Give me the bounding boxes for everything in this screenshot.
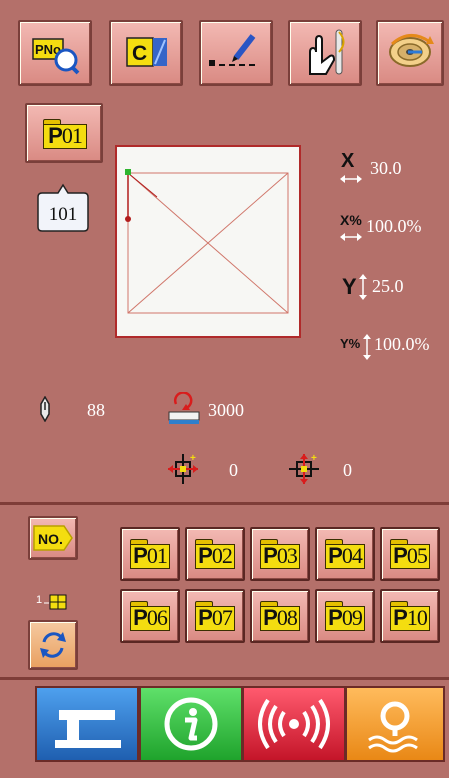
sewing-speed-value: 3000 bbox=[208, 400, 244, 420]
manual-needle-button[interactable] bbox=[288, 20, 362, 86]
y-percent-row[interactable]: Y% 100.0% bbox=[340, 330, 449, 370]
pattern-no-icon: NO. bbox=[33, 525, 73, 551]
pattern-preview bbox=[115, 145, 301, 338]
pattern-slot-label: 08 bbox=[276, 605, 298, 630]
needle-count-value: 88 bbox=[87, 400, 105, 420]
origin-y-icon: + bbox=[289, 453, 319, 484]
pattern-folder-icon: P07 bbox=[195, 601, 235, 631]
y-percent-label: Y% bbox=[340, 336, 361, 351]
pattern-no-button[interactable]: NO. bbox=[28, 516, 78, 560]
pattern-folder-icon: P10 bbox=[390, 601, 430, 631]
info-icon bbox=[164, 697, 218, 751]
origin-x-icon: + bbox=[168, 453, 198, 484]
y-scale-value: 25.0 bbox=[372, 276, 404, 296]
needle-icon bbox=[40, 396, 50, 422]
section-divider bbox=[0, 677, 449, 680]
pattern-slot-p03[interactable]: P03 bbox=[250, 527, 310, 581]
pattern-slot-label: 09 bbox=[341, 605, 363, 630]
pattern-search-button[interactable]: PNo bbox=[18, 20, 92, 86]
x-percent-row[interactable]: X% 100.0% bbox=[340, 210, 449, 250]
x-scale-value: 30.0 bbox=[370, 158, 402, 178]
pattern-slot-label: 01 bbox=[146, 543, 168, 568]
y-scale-label: Y bbox=[342, 274, 357, 299]
pattern-no-text: NO. bbox=[38, 531, 63, 547]
refresh-button[interactable] bbox=[28, 620, 78, 670]
pattern-number-text: 101 bbox=[48, 204, 78, 225]
x-percent-value: 100.0% bbox=[366, 216, 422, 236]
pattern-slot-label: 10 bbox=[406, 605, 428, 630]
pattern-folder-icon: P02 bbox=[195, 539, 235, 569]
sewing-machine-icon bbox=[55, 710, 121, 748]
pattern-folder-icon: P01 bbox=[130, 539, 170, 569]
pattern-folder-icon: P05 bbox=[390, 539, 430, 569]
signal-waves-icon bbox=[258, 698, 330, 750]
clear-c-text: C bbox=[132, 42, 147, 65]
hand-needle-icon bbox=[309, 29, 345, 75]
vertical-arrow-icon bbox=[363, 334, 371, 360]
x-percent-label: X% bbox=[340, 212, 362, 228]
pattern-slot-p10[interactable]: P10 bbox=[380, 589, 440, 643]
pattern-folder-icon: P04 bbox=[325, 539, 365, 569]
vertical-arrow-icon bbox=[359, 274, 367, 300]
pattern-slot-p01[interactable]: P01 bbox=[120, 527, 180, 581]
pattern-slot-label: 07 bbox=[211, 605, 233, 630]
grid-count-label: 1 bbox=[36, 594, 43, 606]
horizontal-arrow-icon bbox=[340, 175, 362, 183]
pattern-search-icon: PNo bbox=[32, 38, 80, 75]
x-scale-label: X bbox=[341, 150, 355, 172]
pattern-slot-p05[interactable]: P05 bbox=[380, 527, 440, 581]
pattern-folder-icon: P08 bbox=[260, 601, 300, 631]
pattern-slot-label: 02 bbox=[211, 543, 233, 568]
grid-view-indicator: 1 bbox=[36, 594, 76, 612]
grid-icon bbox=[44, 594, 67, 610]
origin-y-value: 0 bbox=[343, 460, 352, 480]
y-percent-value: 100.0% bbox=[374, 334, 430, 354]
pattern-slot-p09[interactable]: P09 bbox=[315, 589, 375, 643]
pattern-slot-p07[interactable]: P07 bbox=[185, 589, 245, 643]
horizontal-arrow-icon bbox=[340, 233, 362, 241]
origin-x-value: 0 bbox=[229, 460, 238, 480]
pattern-slot-p06[interactable]: P06 bbox=[120, 589, 180, 643]
pattern-folder-icon: P01 bbox=[43, 119, 87, 149]
dotted-line-pen-icon bbox=[209, 34, 257, 66]
current-pattern-label: 01 bbox=[61, 123, 83, 148]
pattern-folder-icon: P06 bbox=[130, 601, 170, 631]
sewing-speed-icon bbox=[168, 392, 200, 424]
pattern-stitch-drawing bbox=[125, 169, 289, 314]
pattern-folder-icon: P03 bbox=[260, 539, 300, 569]
svg-text:+: + bbox=[311, 453, 317, 464]
pattern-slot-label: 05 bbox=[406, 543, 428, 568]
info-button[interactable] bbox=[139, 686, 243, 762]
y-scale-row[interactable]: Y 25.0 bbox=[340, 270, 449, 310]
pattern-folder-icon: P09 bbox=[325, 601, 365, 631]
pattern-slot-label: 06 bbox=[146, 605, 168, 630]
communication-button[interactable] bbox=[242, 686, 346, 762]
svg-text:+: + bbox=[190, 453, 196, 464]
bobbin-winding-button[interactable] bbox=[376, 20, 444, 86]
sew-mode-button[interactable] bbox=[35, 686, 139, 762]
clear-icon: C bbox=[126, 37, 167, 67]
current-pattern-button[interactable]: P01 bbox=[25, 103, 103, 163]
refresh-icon bbox=[40, 632, 66, 658]
pattern-slot-label: 04 bbox=[341, 543, 363, 568]
x-scale-row[interactable]: X 30.0 bbox=[340, 150, 449, 190]
search-button[interactable] bbox=[345, 686, 445, 762]
edit-settings-button[interactable] bbox=[199, 20, 273, 86]
pattern-slot-p08[interactable]: P08 bbox=[250, 589, 310, 643]
bobbin-icon bbox=[389, 34, 434, 67]
pattern-slot-p02[interactable]: P02 bbox=[185, 527, 245, 581]
section-divider bbox=[0, 502, 449, 505]
clear-button[interactable]: C bbox=[109, 20, 183, 86]
search-icon bbox=[368, 701, 418, 753]
pattern-slot-label: 03 bbox=[276, 543, 298, 568]
pattern-slot-p04[interactable]: P04 bbox=[315, 527, 375, 581]
